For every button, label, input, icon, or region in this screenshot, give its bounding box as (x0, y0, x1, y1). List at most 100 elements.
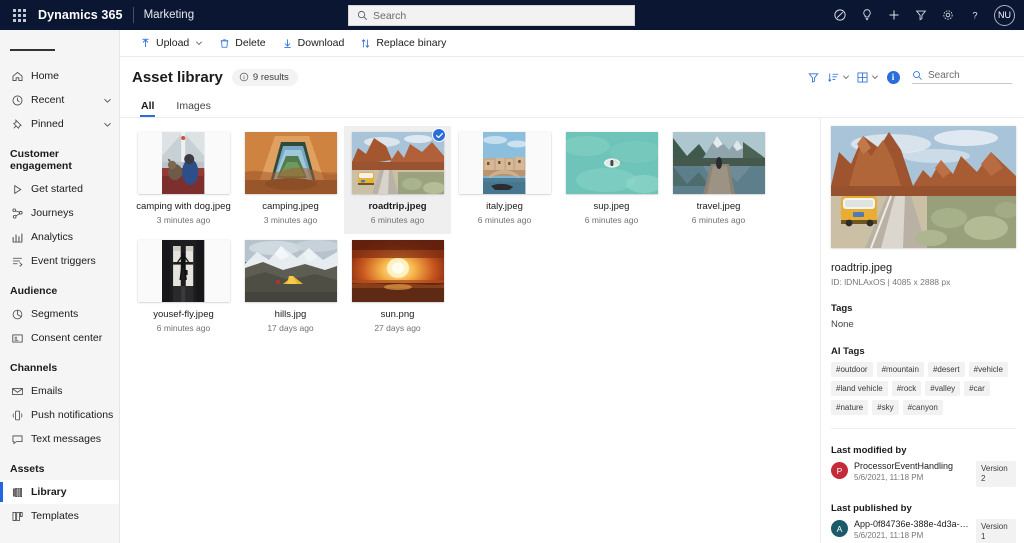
delete-button[interactable]: Delete (211, 30, 273, 57)
published-avatar: A (831, 520, 848, 537)
sidebar-item-pinned[interactable]: Pinned (0, 112, 119, 136)
sidebar-item-home[interactable]: Home (0, 64, 119, 88)
sidebar-item-event-triggers[interactable]: Event triggers (0, 249, 119, 273)
avatar[interactable]: NU (994, 5, 1015, 26)
upload-icon (140, 38, 151, 49)
tab-all[interactable]: All (132, 100, 163, 117)
filter-button[interactable] (802, 65, 824, 89)
ai-tag-chip[interactable]: #car (964, 381, 990, 396)
sort-button[interactable] (824, 65, 853, 89)
asset-card[interactable]: camping with dog.jpeg 3 minutes ago (130, 126, 237, 234)
modified-avatar: P (831, 462, 848, 479)
sidebar-item-emails[interactable]: Emails (0, 379, 119, 403)
view-switch-button[interactable] (853, 65, 882, 89)
tags-heading: Tags (831, 303, 1016, 314)
page-header: Asset library 9 results (120, 61, 1024, 93)
sidebar-item-analytics[interactable]: Analytics (0, 225, 119, 249)
asset-card[interactable]: sup.jpeg 6 minutes ago (558, 126, 665, 234)
mail-icon (10, 384, 24, 398)
sidebar-item-label: Templates (31, 510, 113, 522)
filter-icon[interactable] (907, 0, 934, 30)
sort-icon (827, 71, 840, 84)
suite-search-input[interactable]: Search (348, 5, 635, 26)
templates-icon (10, 509, 24, 523)
asset-name: sup.jpeg (594, 201, 630, 212)
feedback-icon[interactable] (826, 0, 853, 30)
ai-tag-chip[interactable]: #mountain (877, 362, 924, 377)
ai-tag-chip[interactable]: #rock (892, 381, 922, 396)
replace-binary-button[interactable]: Replace binary (352, 30, 454, 57)
published-info: App-0f84736e-388e-4d3a-a... 5/6/2021, 11… (854, 519, 970, 540)
sidebar-group-assets: Assets (0, 451, 119, 480)
ai-tag-chip[interactable]: #sky (872, 400, 898, 415)
yousef-fly-thumb (162, 240, 204, 302)
sidebar-item-label: Get started (31, 183, 113, 195)
asset-card[interactable]: yousef-fly.jpeg 6 minutes ago (130, 234, 237, 342)
asset-name: camping.jpeg (262, 201, 319, 212)
last-published-heading: Last published by (831, 503, 1016, 514)
asset-name: travel.jpeg (697, 201, 741, 212)
details-toggle-button[interactable]: i (882, 65, 904, 89)
ai-tag-chip[interactable]: #outdoor (831, 362, 873, 377)
sidebar-item-label: Journeys (31, 207, 113, 219)
asset-thumbnail (352, 240, 444, 302)
asset-card-selected[interactable]: roadtrip.jpeg 6 minutes ago (344, 126, 451, 234)
ai-tag-chip[interactable]: #valley (925, 381, 960, 396)
sidebar-item-get-started[interactable]: Get started (0, 177, 119, 201)
sidebar-item-templates[interactable]: Templates (0, 504, 119, 528)
asset-name: hills.jpg (275, 309, 307, 320)
asset-card[interactable]: italy.jpeg 6 minutes ago (451, 126, 558, 234)
sidebar-item-label: Analytics (31, 231, 113, 243)
asset-name: italy.jpeg (486, 201, 523, 212)
asset-name: camping with dog.jpeg (136, 201, 231, 212)
upload-button[interactable]: Upload (132, 30, 211, 57)
tab-images[interactable]: Images (167, 100, 219, 117)
details-file-meta: ID: lDNLAxOS | 4085 x 2888 px (831, 277, 1016, 287)
ai-tag-chip[interactable]: #desert (928, 362, 965, 377)
asset-modified: 3 minutes ago (157, 215, 210, 225)
sidebar-item-segments[interactable]: Segments (0, 302, 119, 326)
modified-info: ProcessorEventHandling 5/6/2021, 11:18 P… (854, 461, 970, 482)
asset-thumbnail (459, 132, 551, 194)
app-launcher-button[interactable] (0, 9, 38, 22)
gear-icon[interactable] (934, 0, 961, 30)
ai-tags-heading: AI Tags (831, 346, 1016, 357)
download-button[interactable]: Download (274, 30, 353, 57)
chevron-down-icon (101, 96, 113, 105)
asset-thumbnail (245, 132, 337, 194)
asset-thumbnail (138, 240, 230, 302)
asset-grid-container: camping with dog.jpeg 3 minutes ago (120, 118, 820, 543)
sidebar-item-push-notifications[interactable]: Push notifications (0, 403, 119, 427)
page-toolbar: i Search (802, 65, 1012, 89)
sitemap-toggle-button[interactable] (0, 36, 119, 64)
asset-card[interactable]: travel.jpeg 6 minutes ago (665, 126, 772, 234)
sidebar-item-consent-center[interactable]: Consent center (0, 326, 119, 350)
journeys-icon (10, 206, 24, 220)
sidebar-item-journeys[interactable]: Journeys (0, 201, 119, 225)
ai-tag-chip[interactable]: #nature (831, 400, 868, 415)
sidebar-item-text-messages[interactable]: Text messages (0, 427, 119, 451)
sitemap-sidebar: Home Recent Pinned (0, 30, 120, 543)
lightbulb-icon[interactable] (853, 0, 880, 30)
details-divider (831, 428, 1016, 429)
asset-modified: 6 minutes ago (692, 215, 745, 225)
ai-tag-chip[interactable]: #land vehicle (831, 381, 888, 396)
asset-card[interactable]: camping.jpeg 3 minutes ago (237, 126, 344, 234)
details-file-name: roadtrip.jpeg (831, 262, 1016, 274)
brand-divider (133, 7, 134, 23)
last-published-row: A App-0f84736e-388e-4d3a-a... 5/6/2021, … (831, 519, 1016, 543)
asset-thumbnail (566, 132, 658, 194)
library-search-input[interactable]: Search (912, 70, 1012, 84)
help-icon[interactable]: ? (961, 0, 988, 30)
ai-tag-chip[interactable]: #vehicle (969, 362, 1008, 377)
asset-card[interactable]: sun.png 27 days ago (344, 234, 451, 342)
ai-tag-chip[interactable]: #canyon (903, 400, 943, 415)
main-area: Upload Delete Download (120, 30, 1024, 543)
asset-card[interactable]: hills.jpg 17 days ago (237, 234, 344, 342)
content-area: camping with dog.jpeg 3 minutes ago (120, 118, 1024, 543)
pin-icon (10, 117, 24, 131)
sidebar-item-recent[interactable]: Recent (0, 88, 119, 112)
plus-icon[interactable] (880, 0, 907, 30)
chevron-down-icon (195, 39, 203, 47)
sidebar-item-library[interactable]: Library (0, 480, 119, 504)
